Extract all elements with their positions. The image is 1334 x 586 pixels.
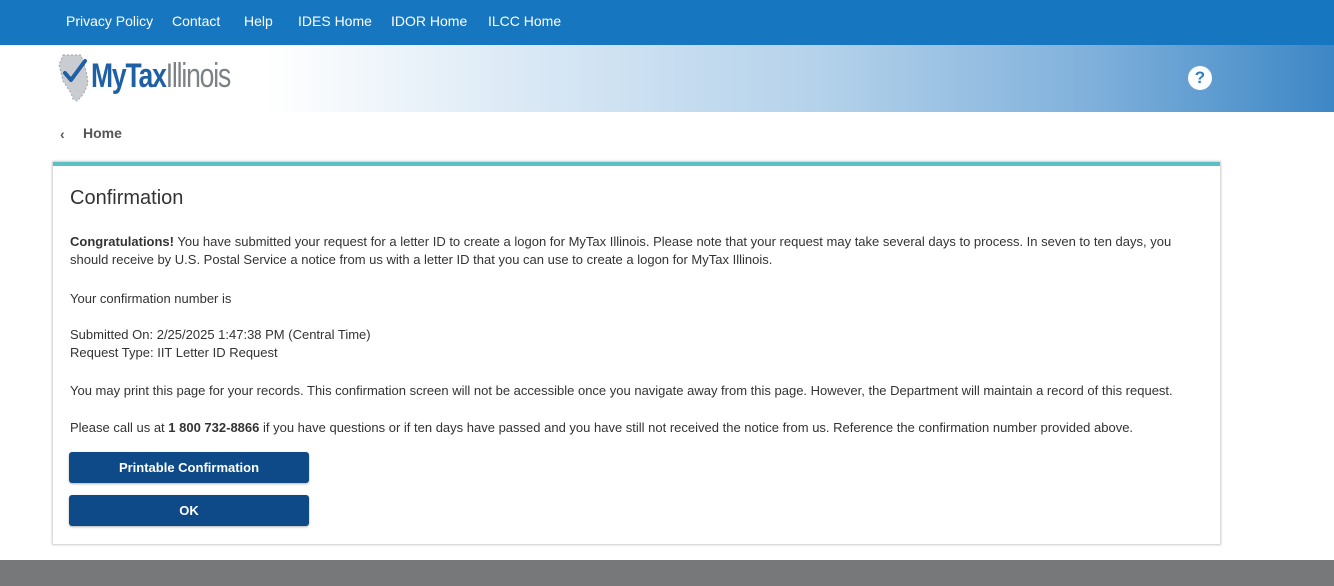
nav-ilcc-home-link[interactable]: ILCC Home [488, 13, 561, 29]
phone-number: 1 800 732-8866 [168, 420, 260, 435]
call-prefix-text: Please call us at [70, 420, 169, 435]
ok-button[interactable]: OK [69, 495, 309, 526]
logo-mytax-text: MyTax [91, 57, 167, 95]
nav-privacy-policy-link[interactable]: Privacy Policy [66, 13, 153, 29]
illinois-map-icon [58, 54, 89, 102]
logo-wordmark: MyTaxIllinois [91, 57, 232, 96]
breadcrumb-home-link[interactable]: Home [83, 125, 122, 141]
submitted-on-text: Submitted On: 2/25/2025 1:47:38 PM (Cent… [70, 327, 371, 342]
logo-illinois-text: Illinois [165, 57, 232, 95]
congratulations-heading: Congratulations! [70, 234, 174, 249]
congratulations-message: Congratulations! You have submitted your… [70, 233, 1205, 269]
confirmation-number-label: Your confirmation number is [70, 291, 232, 306]
request-details: Submitted On: 2/25/2025 1:47:38 PM (Cent… [70, 326, 1205, 362]
top-navigation-bar: Privacy Policy Contact Help IDES Home ID… [0, 0, 1334, 45]
site-header: MyTaxIllinois ? [0, 45, 1334, 112]
confirmation-panel: Confirmation Congratulations! You have s… [53, 162, 1220, 544]
call-suffix-text: if you have questions or if ten days hav… [259, 420, 1134, 435]
request-type-text: Request Type: IIT Letter ID Request [70, 345, 278, 360]
nav-help-link[interactable]: Help [244, 13, 273, 29]
printable-confirmation-button[interactable]: Printable Confirmation [69, 452, 309, 483]
mytax-illinois-logo[interactable]: MyTaxIllinois [57, 53, 257, 103]
nav-idor-home-link[interactable]: IDOR Home [391, 13, 467, 29]
chevron-left-icon[interactable]: ‹ [60, 126, 65, 142]
nav-ides-home-link[interactable]: IDES Home [298, 13, 372, 29]
congratulations-text: You have submitted your request for a le… [70, 234, 1172, 267]
page-footer [0, 560, 1334, 586]
page-title: Confirmation [70, 187, 184, 209]
help-icon[interactable]: ? [1188, 66, 1212, 90]
print-note-text: You may print this page for your records… [70, 383, 1173, 398]
nav-contact-link[interactable]: Contact [172, 13, 220, 29]
contact-instructions: Please call us at 1 800 732-8866 if you … [70, 419, 1205, 437]
